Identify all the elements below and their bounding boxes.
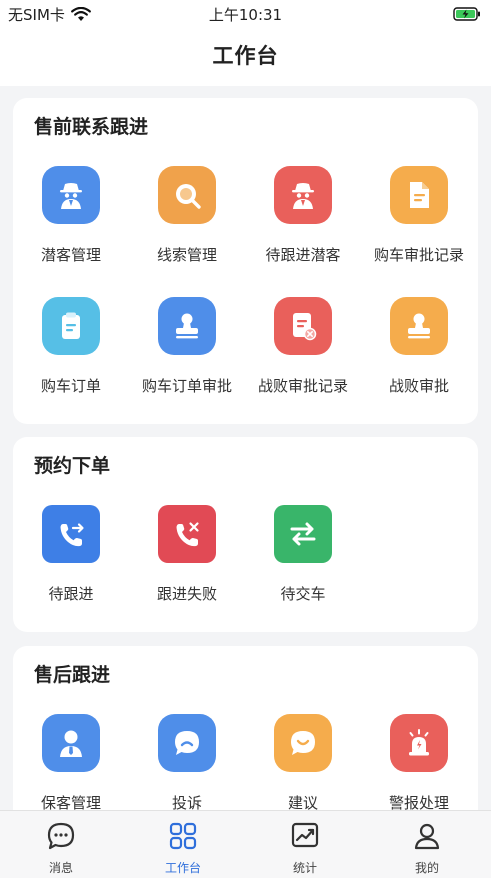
grid-item-label: 投诉 xyxy=(171,794,202,810)
person-tie-icon xyxy=(42,714,100,772)
incognito-person-icon xyxy=(42,166,100,224)
grid-item-label: 建议 xyxy=(287,794,318,810)
grid-item-pending-prospects[interactable]: 待跟进潜客 xyxy=(245,166,361,286)
grid-item-label: 待跟进潜客 xyxy=(265,246,341,264)
grid-item-suggestions[interactable]: 建议 xyxy=(245,714,361,810)
navigation-bar: 工作台 xyxy=(0,30,491,86)
document-reject-icon xyxy=(274,297,332,355)
grid-item-label: 保客管理 xyxy=(40,794,101,810)
grid-icon xyxy=(169,822,197,850)
swap-arrows-icon xyxy=(274,505,332,563)
grid-item-defeat-approval-records[interactable]: 战败审批记录 xyxy=(245,297,361,417)
grid-item-leads[interactable]: 线索管理 xyxy=(129,166,245,286)
section-title: 售前联系跟进 xyxy=(34,116,149,138)
phone-missed-icon xyxy=(158,505,216,563)
tab-bar: 消息 工作台 统计 我的 xyxy=(0,810,491,878)
grid-item-label: 战败审批记录 xyxy=(257,377,348,395)
grid-item-label: 购车订单审批 xyxy=(141,377,232,395)
grid-item-defeat-approval[interactable]: 战败审批 xyxy=(361,297,477,417)
tab-label: 消息 xyxy=(48,861,73,875)
tab-profile[interactable]: 我的 xyxy=(366,811,488,878)
clock: 上午10:31 xyxy=(208,6,283,24)
tab-label: 工作台 xyxy=(164,861,201,875)
chat-bubble-icon xyxy=(47,822,75,850)
stamp-icon xyxy=(158,297,216,355)
tab-label: 我的 xyxy=(414,861,439,875)
battery-charging-icon xyxy=(453,6,481,25)
grid-item-label: 购车审批记录 xyxy=(373,246,464,264)
alarm-light-icon xyxy=(390,714,448,772)
grid-item-label: 待交车 xyxy=(280,585,326,603)
grid-item-purchase-approval-records[interactable]: 购车审批记录 xyxy=(361,166,477,286)
grid-item-alarm-handling[interactable]: 警报处理 xyxy=(361,714,477,810)
tab-workbench[interactable]: 工作台 xyxy=(122,811,244,878)
section-presale-followup: 售前联系跟进 潜客管理 线索管理 待跟进潜客 购车审批记录 购车订单 购车订单审… xyxy=(13,98,478,424)
stamp-icon xyxy=(390,297,448,355)
workbench-content[interactable]: 售前联系跟进 潜客管理 线索管理 待跟进潜客 购车审批记录 购车订单 购车订单审… xyxy=(0,86,491,810)
grid-item-label: 购车订单 xyxy=(40,377,101,395)
magnifier-icon xyxy=(158,166,216,224)
page-title: 工作台 xyxy=(212,44,279,68)
grid-item-label: 战败审批 xyxy=(388,377,449,395)
grid-item-complaints[interactable]: 投诉 xyxy=(129,714,245,810)
section-aftersales-followup: 售后跟进 保客管理 投诉 建议 警报处理 xyxy=(13,646,478,810)
grid-item-label: 警报处理 xyxy=(388,794,449,810)
grid-item-followup-failed[interactable]: 跟进失败 xyxy=(129,505,245,625)
grid-item-potential-customers[interactable]: 潜客管理 xyxy=(13,166,129,286)
grid-item-pending-followup[interactable]: 待跟进 xyxy=(13,505,129,625)
grid-item-pending-delivery[interactable]: 待交车 xyxy=(245,505,361,625)
section-title: 预约下单 xyxy=(34,455,111,477)
grid-item-purchase-order-approval[interactable]: 购车订单审批 xyxy=(129,297,245,417)
incognito-person-icon xyxy=(274,166,332,224)
section-reservation-order: 预约下单 待跟进 跟进失败 待交车 xyxy=(13,437,478,632)
tab-statistics[interactable]: 统计 xyxy=(244,811,366,878)
smile-chat-icon xyxy=(274,714,332,772)
trend-chart-icon xyxy=(291,822,319,848)
user-icon xyxy=(414,823,440,850)
status-bar: 无SIM卡 上午10:31 xyxy=(0,0,491,30)
sad-chat-icon xyxy=(158,714,216,772)
tab-label: 统计 xyxy=(292,861,317,875)
phone-outgoing-icon xyxy=(42,505,100,563)
clipboard-icon xyxy=(42,297,100,355)
tab-messages[interactable]: 消息 xyxy=(0,811,122,878)
grid-item-label: 潜客管理 xyxy=(40,246,101,264)
document-icon xyxy=(390,166,448,224)
grid-item-label: 线索管理 xyxy=(156,246,217,264)
grid-item-purchase-orders[interactable]: 购车订单 xyxy=(13,297,129,417)
grid-item-label: 待跟进 xyxy=(48,585,94,603)
section-title: 售后跟进 xyxy=(34,664,111,686)
grid-item-retained-customers[interactable]: 保客管理 xyxy=(13,714,129,810)
grid-item-label: 跟进失败 xyxy=(156,585,217,603)
